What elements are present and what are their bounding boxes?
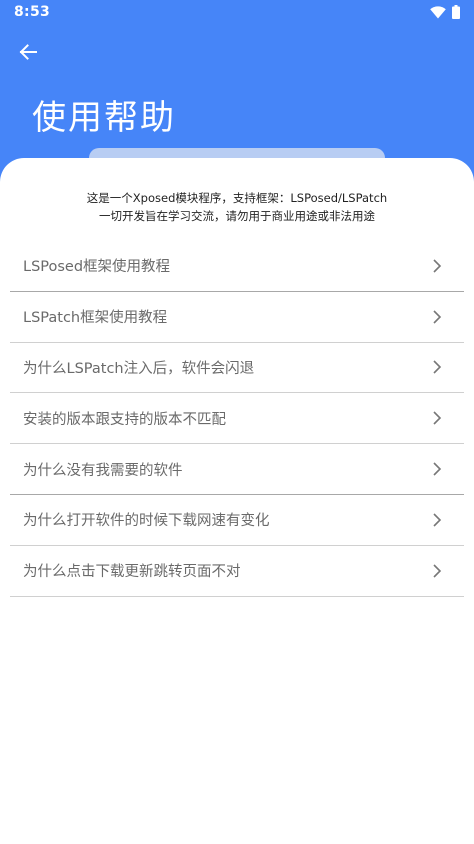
help-item-update-redirect[interactable]: 为什么点击下载更新跳转页面不对 bbox=[10, 546, 464, 597]
page-title: 使用帮助 bbox=[32, 98, 176, 138]
help-item-lspatch-crash[interactable]: 为什么LSPatch注入后，软件会闪退 bbox=[10, 343, 464, 394]
help-item-label: LSPatch框架使用教程 bbox=[23, 310, 168, 327]
back-button[interactable] bbox=[12, 36, 44, 68]
chevron-right-icon bbox=[433, 513, 442, 527]
help-item-lsposed-tutorial[interactable]: LSPosed框架使用教程 bbox=[10, 241, 464, 292]
help-item-label: 为什么点击下载更新跳转页面不对 bbox=[23, 564, 241, 581]
wifi-icon bbox=[430, 5, 446, 18]
status-icons bbox=[430, 4, 460, 20]
notice-line-2: 一切开发旨在学习交流，请勿用于商业用途或非法用途 bbox=[99, 209, 375, 223]
help-item-label: LSPosed框架使用教程 bbox=[23, 259, 171, 276]
chevron-right-icon bbox=[433, 411, 442, 425]
help-item-label: 为什么打开软件的时候下载网速有变化 bbox=[23, 513, 270, 530]
disclaimer-notice: 这是一个Xposed模块程序，支持框架：LSPosed/LSPatch 一切开发… bbox=[0, 189, 474, 225]
battery-icon bbox=[452, 5, 460, 19]
chevron-right-icon bbox=[433, 564, 442, 578]
status-time: 8:53 bbox=[14, 4, 51, 20]
notice-line-1: 这是一个Xposed模块程序，支持框架：LSPosed/LSPatch bbox=[86, 191, 388, 205]
help-item-lspatch-tutorial[interactable]: LSPatch框架使用教程 bbox=[10, 292, 464, 343]
status-bar: 8:53 bbox=[0, 0, 474, 26]
arrow-left-icon bbox=[19, 44, 37, 60]
chevron-right-icon bbox=[433, 259, 442, 273]
chevron-right-icon bbox=[433, 310, 442, 324]
help-item-label: 为什么LSPatch注入后，软件会闪退 bbox=[23, 360, 255, 377]
help-item-label: 为什么没有我需要的软件 bbox=[23, 462, 183, 479]
help-item-missing-software[interactable]: 为什么没有我需要的软件 bbox=[10, 444, 464, 495]
help-item-download-speed[interactable]: 为什么打开软件的时候下载网速有变化 bbox=[10, 495, 464, 546]
content-card: 这是一个Xposed模块程序，支持框架：LSPosed/LSPatch 一切开发… bbox=[0, 158, 474, 844]
chevron-right-icon bbox=[433, 360, 442, 375]
help-item-label: 安装的版本跟支持的版本不匹配 bbox=[23, 411, 226, 428]
chevron-right-icon bbox=[433, 462, 442, 476]
help-item-version-mismatch[interactable]: 安装的版本跟支持的版本不匹配 bbox=[10, 393, 464, 445]
help-list: LSPosed框架使用教程 LSPatch框架使用教程 为什么LSPatch注入… bbox=[10, 241, 464, 597]
